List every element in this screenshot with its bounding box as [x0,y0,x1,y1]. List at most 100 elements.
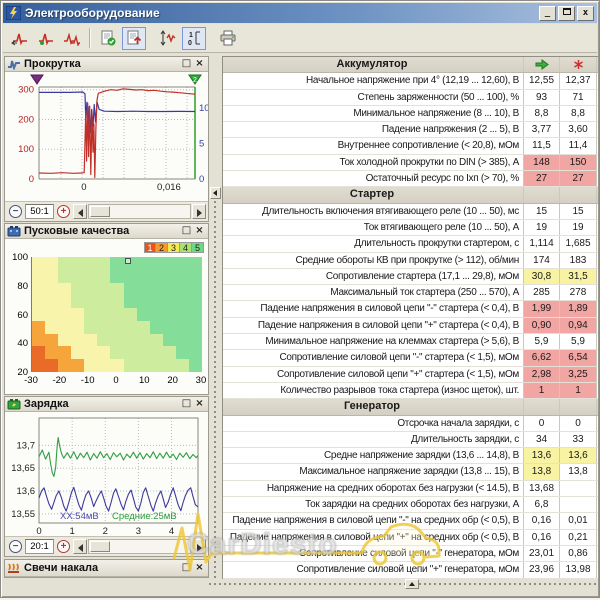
panel-svechi-titlebar[interactable]: Свечи накала □ × [5,560,208,577]
table-row[interactable]: Сопротивление силовой цепи "-" стартера … [223,350,598,366]
minimize-button[interactable]: _ [539,6,556,21]
table-row[interactable]: Ток втягивающего реле (10 ... 50), А1919 [223,220,598,236]
panel-maximize-icon[interactable]: □ [180,225,193,238]
table-row[interactable]: Количество разрывов тока стартера (износ… [223,383,598,399]
table-row[interactable]: Падение напряжения в силовой цепи "-" ст… [223,301,598,317]
table-row[interactable]: Длительность прокрутки стартером, с1,114… [223,236,598,252]
prokrutka-controls: − 50:1 + [5,201,208,221]
row-label: Максимальный ток стартера (250 ... 570),… [223,285,524,300]
waveform-double-button[interactable] [60,27,84,50]
report-ok-button[interactable] [96,27,120,50]
table-row[interactable]: Падение напряжения в силовой цепи "-" на… [223,513,598,529]
zoom-in-button[interactable]: + [57,540,70,553]
close-button[interactable]: x [577,6,594,21]
table-row[interactable]: Сопротивление стартера (17,1 ... 29,8), … [223,269,598,285]
value-cell-2: 0,94 [560,318,597,333]
legend-level-5: 5 [192,242,204,253]
window-titlebar[interactable]: Электрооборудование _ x [3,3,597,23]
waveform-start-button[interactable] [34,27,58,50]
zoom-in-button[interactable]: + [57,205,70,218]
measurement-table[interactable]: АккумуляторНачальное напряжение при 4° (… [222,56,598,579]
maximize-button[interactable] [558,6,575,21]
table-row[interactable]: Средние обороты КВ при прокрутке (> 112)… [223,253,598,269]
panel-puskovye-titlebar[interactable]: Пусковые качества □ × [5,224,208,239]
table-row[interactable]: Средне напряжение зарядки (13,6 ... 14,8… [223,448,598,464]
panel-close-icon[interactable]: × [193,58,206,71]
heatmap-cell [58,308,72,321]
table-row[interactable]: Падение напряжения в силовой цепи "+" ст… [223,318,598,334]
zaryadka-controls: − 20:1 + [5,536,208,556]
table-row[interactable]: Минимальное напряжение на клеммах старте… [223,334,598,350]
heatmap-cell [58,295,72,308]
heatmap-cell [189,346,203,359]
table-row[interactable]: Внутреннее сопротивление (< 20,8), мОм11… [223,138,598,154]
chart-scrollbar[interactable] [88,204,191,219]
scrollbar-thumb[interactable] [90,206,110,217]
panel-close-icon[interactable]: × [193,398,206,411]
zoom-out-button[interactable]: − [9,540,22,553]
table-row[interactable]: Длительность включения втягивающего реле… [223,204,598,220]
heatmap-cell [84,257,98,270]
section-col1-icon [524,399,560,414]
scroll-right-button[interactable] [192,204,206,219]
table-row[interactable]: Отсрочка начала зарядки, с00 [223,416,598,432]
scroll-right-button[interactable] [192,539,206,554]
prokrutka-chart[interactable]: 23002001000105000,016 [5,73,208,201]
value-cell-1: 13,6 [524,448,560,463]
table-row[interactable]: Сопротивление силовой цепи "+" генератор… [223,562,598,578]
zaryadka-chart[interactable]: 13,713,6513,613,5501234ХХ:54мВСредние:25… [5,413,208,538]
panel-prokrutka-titlebar[interactable]: Прокрутка □ × [5,57,208,72]
table-row[interactable]: Ток зарядки на средних оборотах без нагр… [223,497,598,513]
print-button[interactable] [216,27,240,50]
panel-close-icon[interactable]: × [193,225,206,238]
panel-title: Свечи накала [24,561,180,575]
table-row[interactable]: Начальное напряжение при 4° (12,19 ... 1… [223,73,598,89]
table-row[interactable]: Падение напряжения (2 ... 5), В3,773,60 [223,122,598,138]
scrollbar-thumb[interactable] [90,541,110,552]
heatmap-cell [163,346,177,359]
chart-scrollbar[interactable] [88,539,191,554]
scroll-left-button[interactable] [73,204,87,219]
heatmap-cell [32,321,46,334]
autoscale-button[interactable] [156,27,180,50]
heatmap-cell [71,295,85,308]
table-row[interactable]: Падение напряжения в силовой цепи "+" на… [223,530,598,546]
splitter-collapse-button[interactable] [210,187,221,199]
heatmap-cell [124,308,138,321]
splitter-collapse-button[interactable] [405,579,419,589]
waveform-cursor-button[interactable] [8,27,32,50]
panel-zaryadka-titlebar[interactable]: Зарядка □ × [5,397,208,412]
table-row[interactable]: Остаточный ресурс по Iхп (> 70), %2727 [223,171,598,187]
heatmap-cell [110,308,124,321]
report-export-icon [125,30,143,46]
report-export-button[interactable] [122,27,146,50]
value-cell-2: 71 [560,90,597,105]
table-row[interactable]: Степень заряженности (50 ... 100), %9371 [223,90,598,106]
digital-values-button[interactable]: 10 [182,27,206,50]
table-row[interactable]: Длительность зарядки, с3433 [223,432,598,448]
heatmap-cell [110,283,124,296]
horizontal-splitter[interactable] [209,579,598,590]
table-row[interactable]: Минимальное напряжение (8 ... 10), В8,88… [223,106,598,122]
value-cell-1: 148 [524,155,560,170]
table-row[interactable]: Максимальный ток стартера (250 ... 570),… [223,285,598,301]
vertical-splitter[interactable] [209,187,222,579]
heatmap-cell [137,295,151,308]
panel-maximize-icon[interactable]: □ [180,562,193,575]
zoom-out-button[interactable]: − [9,205,22,218]
table-row[interactable]: Максимальное напряжение зарядки (13,8 ..… [223,464,598,480]
table-row[interactable]: Ток холодной прокрутки по DIN (> 385), А… [223,155,598,171]
table-row[interactable]: Сопротивление силовой цепи "-" генератор… [223,546,598,562]
panel-maximize-icon[interactable]: □ [180,398,193,411]
panel-close-icon[interactable]: × [193,562,206,575]
heatmap-cell [71,346,85,359]
value-cell-1: 11,5 [524,138,560,153]
heatmap-cell [58,321,72,334]
panel-maximize-icon[interactable]: □ [180,58,193,71]
scroll-left-button[interactable] [73,539,87,554]
svg-text:5: 5 [199,139,204,150]
table-row[interactable]: Напряжение на средних оборотах без нагру… [223,481,598,497]
starting-quality-heatmap[interactable] [31,257,201,372]
table-row[interactable]: Сопротивление силовой цепи "+" стартера … [223,367,598,383]
svg-text:0: 0 [29,174,34,185]
